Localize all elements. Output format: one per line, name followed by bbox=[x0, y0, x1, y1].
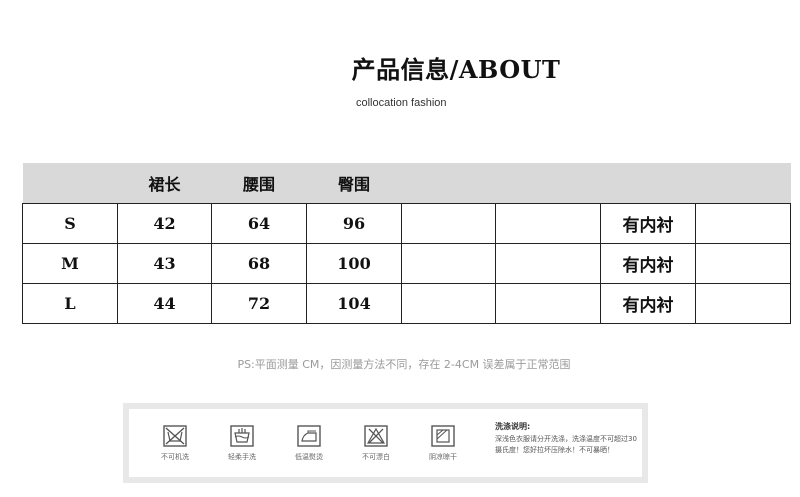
size-cell: M bbox=[22, 243, 118, 284]
table-row: S 42 64 96 有内衬 bbox=[22, 203, 791, 244]
care-item-no-machine-wash: 不可机洗 bbox=[147, 423, 203, 462]
header-cell bbox=[22, 163, 118, 204]
care-item-no-bleach: 不可漂白 bbox=[348, 423, 404, 462]
table-cell bbox=[401, 203, 496, 244]
care-item-dry-shade: 阴凉晾干 bbox=[415, 423, 471, 462]
measurement-note: PS:平面测量 CM，因测量方法不同，存在 2-4CM 误差属于正常范围 bbox=[237, 358, 571, 371]
header-cell-hip: 臀围 bbox=[306, 163, 402, 204]
header-cell-waist: 腰围 bbox=[211, 163, 307, 204]
table-row: L 44 72 104 有内衬 bbox=[22, 283, 791, 324]
low-temp-iron-icon bbox=[294, 423, 324, 449]
size-cell: L bbox=[22, 283, 118, 324]
table-cell bbox=[401, 283, 496, 324]
header-cell bbox=[695, 163, 791, 204]
table-cell bbox=[695, 243, 791, 284]
hip-cell: 96 bbox=[306, 203, 402, 244]
no-machine-wash-icon bbox=[160, 423, 190, 449]
table-row: M 43 68 100 有内衬 bbox=[22, 243, 791, 284]
table-cell bbox=[495, 283, 601, 324]
no-bleach-icon bbox=[361, 423, 391, 449]
washing-instructions: 洗涤说明: 深浅色衣服请分开洗涤，洗涤温度不可超过30摄氏度！您好拉坏压除水！不… bbox=[495, 421, 637, 456]
header-cell bbox=[495, 163, 601, 204]
lining-cell: 有内衬 bbox=[600, 283, 696, 324]
header-cell bbox=[600, 163, 696, 204]
waist-cell: 68 bbox=[211, 243, 307, 284]
size-table: 裙长 腰围 臀围 S 42 64 96 有内衬 M 43 68 100 有内衬 … bbox=[22, 163, 791, 324]
header-cell bbox=[401, 163, 496, 204]
lining-cell: 有内衬 bbox=[600, 203, 696, 244]
washing-instructions-body: 深浅色衣服请分开洗涤，洗涤温度不可超过30摄氏度！您好拉坏压除水！不可暴晒！ bbox=[495, 435, 637, 454]
care-item-hand-wash: 轻柔手洗 bbox=[214, 423, 270, 462]
skirt-length-cell: 42 bbox=[117, 203, 212, 244]
table-cell bbox=[401, 243, 496, 284]
gentle-hand-wash-icon bbox=[227, 423, 257, 449]
table-cell bbox=[695, 203, 791, 244]
hip-cell: 104 bbox=[306, 283, 402, 324]
care-item-low-iron: 低温熨烫 bbox=[281, 423, 337, 462]
skirt-length-cell: 43 bbox=[117, 243, 212, 284]
care-instructions-panel: 不可机洗 轻柔手洗 低温熨烫 不可漂白 阴凉晾干 洗涤说明: 深浅色衣服请分开洗… bbox=[123, 403, 648, 483]
waist-cell: 64 bbox=[211, 203, 307, 244]
skirt-length-cell: 44 bbox=[117, 283, 212, 324]
header-cell-skirt-length: 裙长 bbox=[117, 163, 212, 204]
size-cell: S bbox=[22, 203, 118, 244]
page-title: 产品信息/ABOUT bbox=[351, 55, 561, 84]
page-subtitle: collocation fashion bbox=[356, 97, 447, 109]
table-cell bbox=[495, 203, 601, 244]
washing-instructions-title: 洗涤说明: bbox=[495, 422, 531, 431]
hip-cell: 100 bbox=[306, 243, 402, 284]
table-cell bbox=[495, 243, 601, 284]
lining-cell: 有内衬 bbox=[600, 243, 696, 284]
table-header-row: 裙长 腰围 臀围 bbox=[22, 163, 791, 204]
dry-flat-shade-icon bbox=[428, 423, 458, 449]
waist-cell: 72 bbox=[211, 283, 307, 324]
table-cell bbox=[695, 283, 791, 324]
